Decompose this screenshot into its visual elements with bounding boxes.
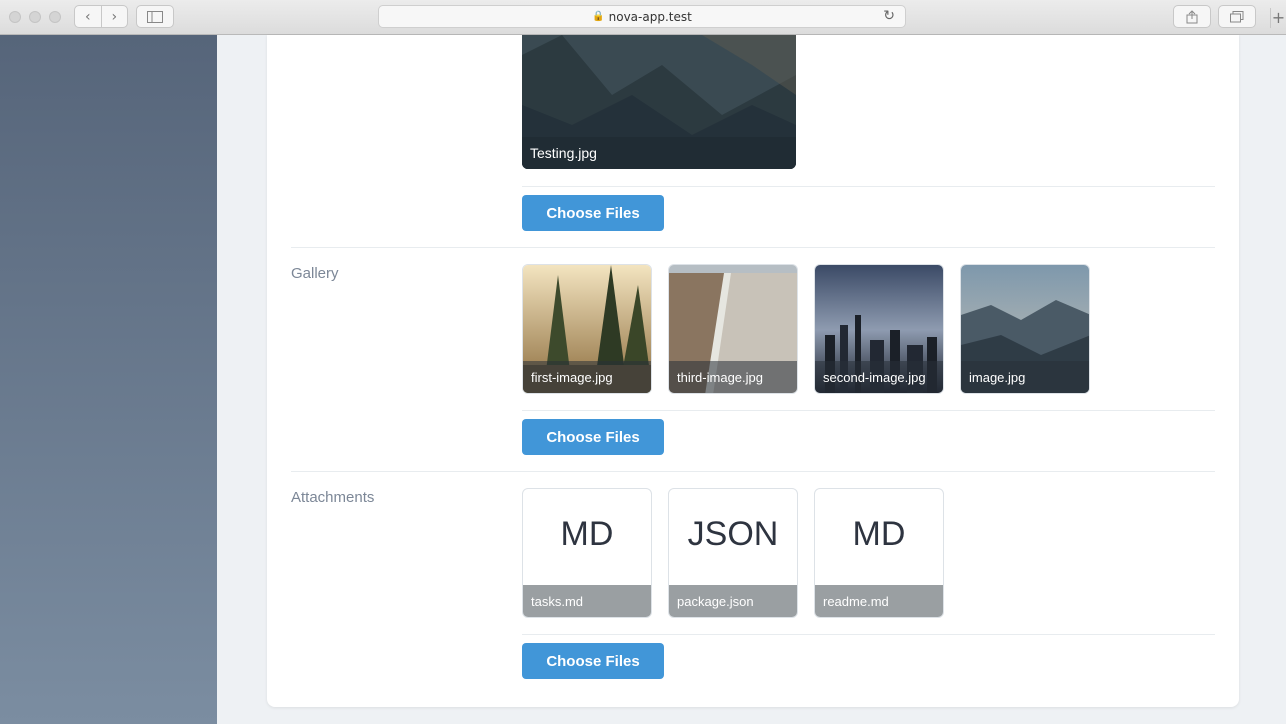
image-preview[interactable]: Testing.jpg	[522, 35, 796, 169]
image-filename: first-image.jpg	[523, 361, 651, 393]
attachments-label: Attachments	[291, 489, 375, 506]
minimize-window-icon[interactable]	[29, 11, 41, 23]
attachment-file[interactable]: JSON package.json	[668, 488, 798, 618]
image-filename: third-image.jpg	[669, 361, 797, 393]
gallery-label: Gallery	[291, 265, 339, 282]
file-type: MD	[852, 515, 906, 553]
file-type: MD	[560, 515, 614, 553]
tabs-overview-icon[interactable]	[1218, 5, 1256, 28]
choose-files-button[interactable]: Choose Files	[522, 643, 664, 679]
gallery-image[interactable]: image.jpg	[960, 264, 1090, 394]
share-icon[interactable]	[1173, 5, 1211, 28]
gallery-image[interactable]: second-image.jpg	[814, 264, 944, 394]
zoom-window-icon[interactable]	[49, 11, 61, 23]
new-tab-icon[interactable]: +	[1270, 8, 1286, 28]
file-name: package.json	[669, 585, 797, 617]
nav-buttons: ‹ ›	[74, 5, 128, 28]
file-name: readme.md	[815, 585, 943, 617]
image-filename: image.jpg	[961, 361, 1089, 393]
browser-toolbar: ‹ › 🔒 nova-app.test ↻ +	[0, 0, 1286, 35]
sidebar	[0, 35, 217, 724]
sidebar-toggle-icon[interactable]	[136, 5, 174, 28]
image-filename: Testing.jpg	[522, 137, 796, 169]
reload-icon[interactable]: ↻	[883, 8, 895, 24]
url-text: nova-app.test	[608, 9, 692, 24]
image-filename: second-image.jpg	[815, 361, 943, 393]
gallery-image[interactable]: first-image.jpg	[522, 264, 652, 394]
gallery-image[interactable]: third-image.jpg	[668, 264, 798, 394]
back-icon[interactable]: ‹	[75, 6, 102, 27]
choose-files-button[interactable]: Choose Files	[522, 419, 664, 455]
address-bar[interactable]: 🔒 nova-app.test ↻	[378, 5, 906, 28]
attachment-file[interactable]: MD tasks.md	[522, 488, 652, 618]
attachment-file[interactable]: MD readme.md	[814, 488, 944, 618]
file-name: tasks.md	[523, 585, 651, 617]
divider	[522, 634, 1215, 635]
lock-icon: 🔒	[592, 11, 605, 22]
section-divider	[291, 247, 1215, 248]
form-card: Testing.jpg Choose Files Gallery first-i…	[267, 35, 1239, 707]
forward-icon[interactable]: ›	[102, 6, 128, 27]
close-window-icon[interactable]	[9, 11, 21, 23]
file-type: JSON	[687, 515, 779, 553]
section-divider	[291, 471, 1215, 472]
divider	[522, 410, 1215, 411]
choose-files-button[interactable]: Choose Files	[522, 195, 664, 231]
divider	[522, 186, 1215, 187]
